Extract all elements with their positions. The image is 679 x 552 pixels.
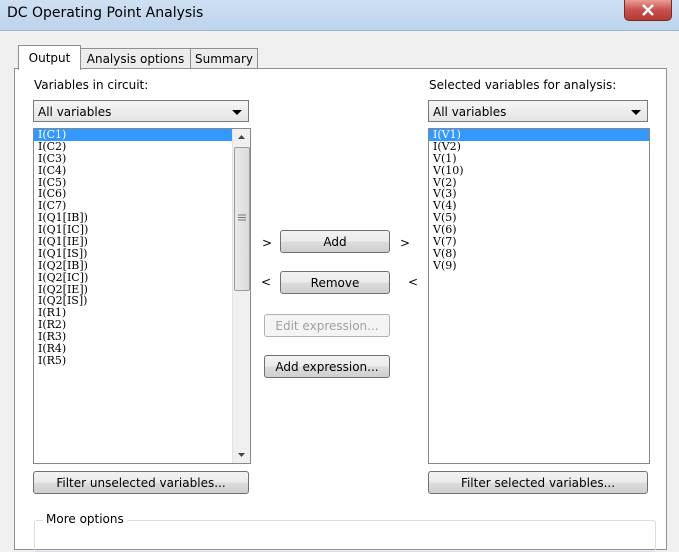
chevron-down-icon (631, 110, 641, 115)
more-options-label: More options (43, 512, 127, 526)
selected-variables-label: Selected variables for analysis: (429, 78, 617, 92)
circuit-variable-item[interactable]: I(C5) (34, 176, 250, 189)
left-scrollbar[interactable] (232, 129, 250, 463)
left-filter-select[interactable]: All variables (33, 100, 249, 122)
circuit-variable-item[interactable]: I(C4) (34, 164, 250, 177)
selected-variables-items: I(V1) I(V2) V(1) V(10) V(2) V(3) V(4) V(5) V(6) V… (429, 129, 649, 272)
filter-selected-button[interactable]: Filter selected variables... (428, 471, 648, 494)
circuit-variable-item[interactable]: I(C1) (34, 129, 250, 141)
selected-variable-item[interactable]: V(10) (429, 164, 649, 177)
selected-variable-item[interactable]: V(6) (429, 224, 649, 236)
tab-analysis-options[interactable]: Analysis options (79, 48, 192, 69)
circuit-variable-item[interactable]: I(Q2[IS]) (34, 295, 250, 307)
circuit-variable-item[interactable]: I(Q2[IB]) (34, 259, 250, 272)
more-options-group: More options (34, 512, 656, 552)
right-filter-select[interactable]: All variables (428, 100, 648, 122)
close-button[interactable] (624, 0, 672, 21)
scroll-down-icon[interactable] (233, 446, 250, 463)
circuit-variable-item[interactable]: I(R2) (34, 319, 250, 331)
circuit-variable-item[interactable]: I(Q1[IS]) (34, 247, 250, 260)
selected-variable-item[interactable]: V(3) (429, 188, 649, 200)
filter-unselected-button[interactable]: Filter unselected variables... (33, 471, 249, 494)
scroll-up-icon[interactable] (233, 129, 250, 146)
circuit-variables-items: I(C1) I(C2) I(C3) I(C4) I(C5) I(C6) I(C7) I(Q1[… (34, 129, 250, 367)
add-left-arrow: > (262, 236, 273, 250)
selected-variable-item[interactable]: I(V2) (429, 140, 649, 153)
scroll-thumb[interactable] (234, 147, 250, 291)
window-title: DC Operating Point Analysis (7, 5, 204, 21)
selected-variable-item[interactable]: V(1) (429, 152, 649, 165)
close-icon (642, 4, 654, 16)
selected-variable-item[interactable]: V(9) (429, 259, 649, 272)
circuit-variables-list[interactable]: I(C1) I(C2) I(C3) I(C4) I(C5) I(C6) I(C7) I(Q1[… (33, 128, 251, 464)
selected-variable-item[interactable]: V(8) (429, 247, 649, 260)
selected-variable-item[interactable]: V(5) (429, 212, 649, 224)
edit-expression-button[interactable]: Edit expression... (264, 314, 390, 337)
circuit-variable-item[interactable]: I(R1) (34, 307, 250, 319)
chevron-down-icon (232, 110, 242, 115)
grip-icon (238, 214, 246, 221)
selected-variable-item[interactable]: V(7) (429, 236, 649, 248)
circuit-variable-item[interactable]: I(C3) (34, 152, 250, 165)
selected-variable-item[interactable]: I(V1) (429, 129, 649, 141)
tab-summary[interactable]: Summary (190, 48, 258, 69)
circuit-variable-item[interactable]: I(R3) (34, 331, 250, 343)
selected-variable-item[interactable]: V(2) (429, 176, 649, 189)
remove-right-arrow: < (408, 275, 419, 289)
selected-variable-item[interactable]: V(4) (429, 200, 649, 212)
add-right-arrow: > (400, 236, 411, 250)
circuit-variable-item[interactable]: I(R5) (34, 354, 250, 367)
tab-output[interactable]: Output (18, 45, 81, 70)
circuit-variable-item[interactable]: I(Q2[IC]) (34, 271, 250, 284)
title-bar: DC Operating Point Analysis (0, 0, 679, 31)
circuit-variable-item[interactable]: I(C6) (34, 188, 250, 200)
add-expression-button[interactable]: Add expression... (264, 355, 390, 378)
circuit-variable-item[interactable]: I(C2) (34, 140, 250, 153)
remove-left-arrow: < (261, 275, 272, 289)
right-filter-value: All variables (433, 105, 507, 119)
variables-in-circuit-label: Variables in circuit: (34, 78, 149, 92)
left-filter-value: All variables (38, 105, 112, 119)
selected-variables-list[interactable]: I(V1) I(V2) V(1) V(10) V(2) V(3) V(4) V(5) V(6) V… (428, 128, 650, 464)
add-button[interactable]: Add (280, 230, 390, 253)
remove-button[interactable]: Remove (280, 271, 390, 294)
circuit-variable-item[interactable]: I(R4) (34, 343, 250, 355)
